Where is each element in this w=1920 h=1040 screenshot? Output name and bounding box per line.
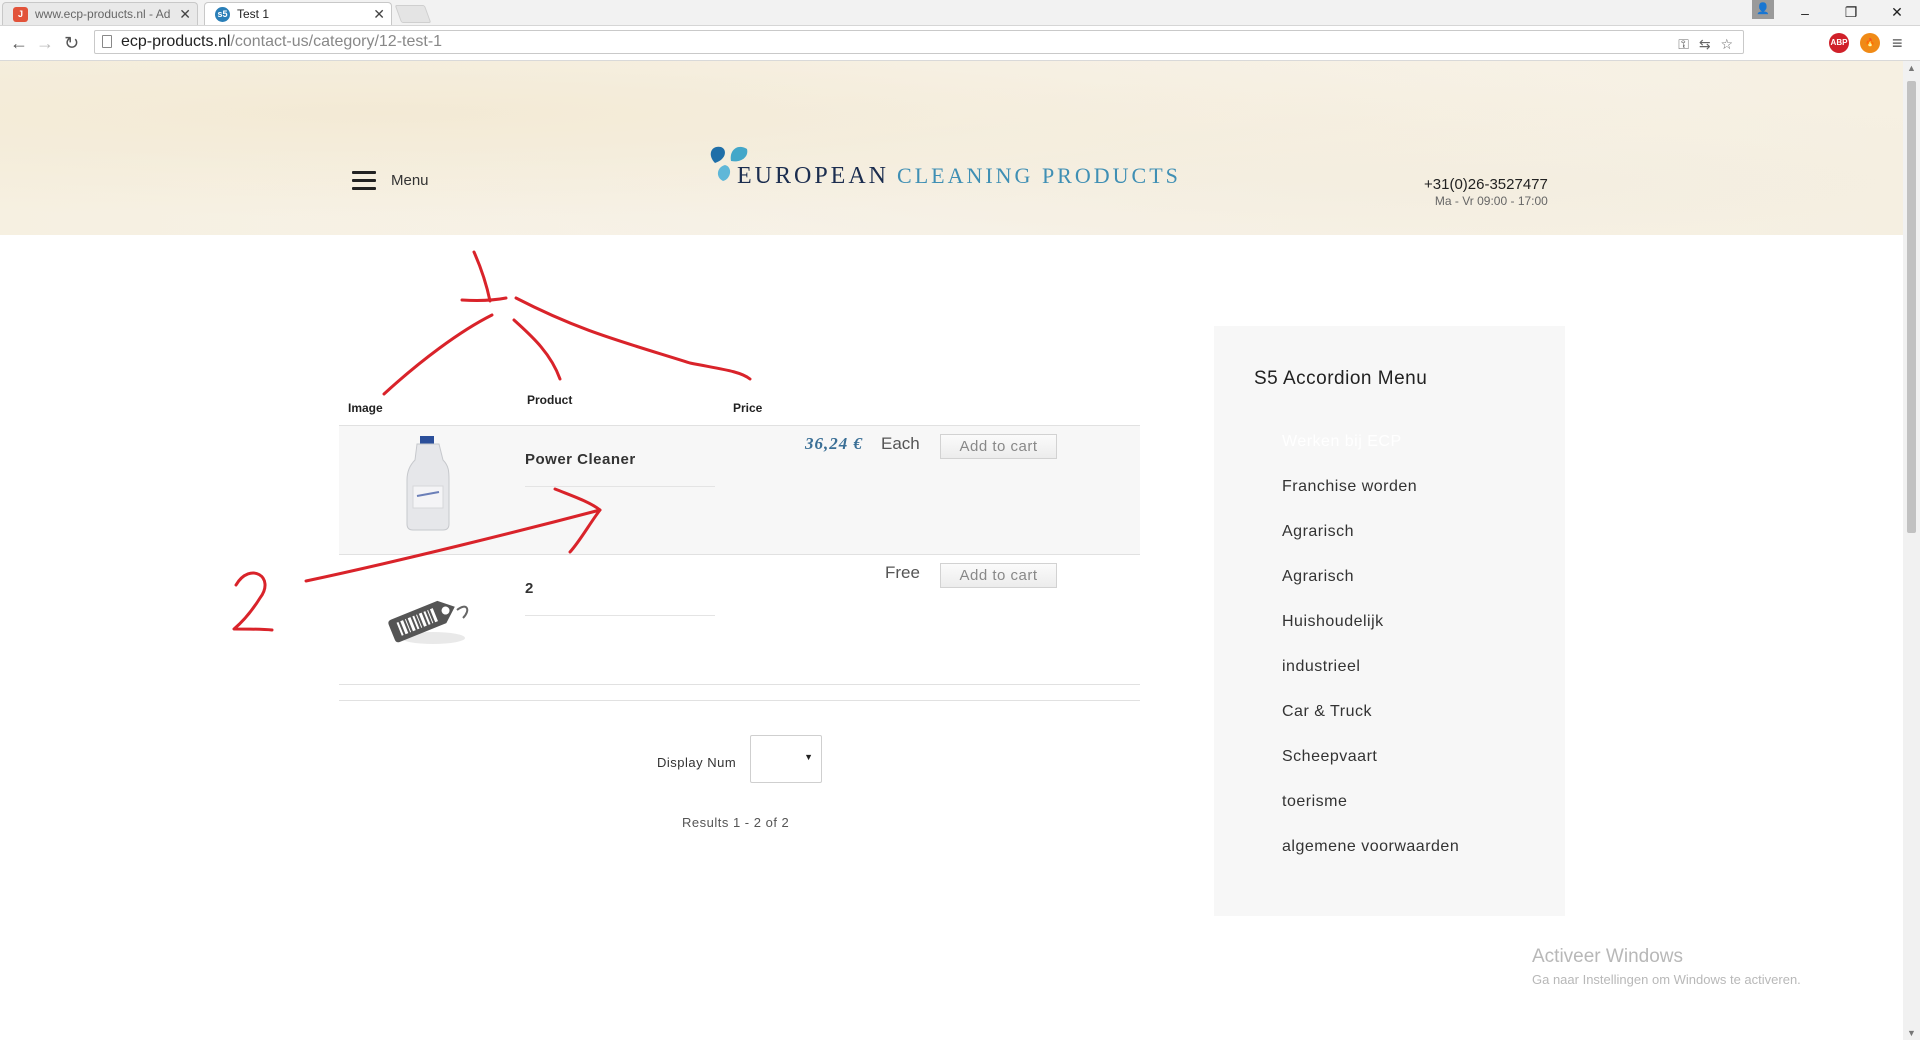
product-price: 36,24 €: [805, 434, 863, 453]
add-to-cart-button[interactable]: Add to cart: [940, 434, 1057, 459]
tab-ecp-admin[interactable]: J www.ecp-products.nl - Ad ✕: [2, 2, 198, 25]
bottle-icon[interactable]: [405, 436, 451, 532]
sidebar-title: S5 Accordion Menu: [1254, 368, 1428, 389]
restore-icon[interactable]: ❐: [1828, 4, 1874, 21]
translate-icon[interactable]: ⇆: [1699, 36, 1711, 52]
sidebar-item-algemene-voorwaarden[interactable]: algemene voorwaarden: [1282, 838, 1459, 856]
sidebar-item-toerisme[interactable]: toerisme: [1282, 793, 1347, 811]
close-window-icon[interactable]: ✕: [1874, 4, 1920, 21]
page-viewport: Menu EUROPEAN CLEANING PRODUCTS +31(0)26-…: [0, 61, 1903, 1040]
add-to-cart-button[interactable]: Add to cart: [940, 563, 1057, 588]
close-tab-icon[interactable]: ✕: [373, 3, 385, 25]
scroll-down-icon[interactable]: ▼: [1903, 1028, 1920, 1038]
product-name-link[interactable]: Power Cleaner: [525, 451, 636, 468]
url-host: ecp-products.nl: [121, 33, 231, 50]
divider: [339, 700, 1140, 701]
sidebar-item-scheepvaart[interactable]: Scheepvaart: [1282, 748, 1377, 766]
contact-info: +31(0)26-3527477 Ma - Vr 09:00 - 17:00: [1424, 176, 1548, 208]
display-num-label: Display Num: [657, 755, 737, 770]
sidebar-item-agrarisch-2[interactable]: Agrarisch: [1282, 568, 1354, 586]
s5-icon: s5: [215, 7, 230, 22]
key-icon[interactable]: ⚿: [1678, 36, 1689, 52]
sidebar-item-industrieel[interactable]: industrieel: [1282, 658, 1360, 676]
watermark-subtitle: Ga naar Instellingen om Windows te activ…: [1532, 972, 1801, 987]
column-header-price: Price: [733, 401, 763, 415]
new-tab-button[interactable]: [394, 5, 432, 23]
page-scrollbar[interactable]: ▲ ▼: [1903, 61, 1920, 1040]
sidebar-item-franchise[interactable]: Franchise worden: [1282, 478, 1417, 496]
adblock-icon[interactable]: ABP: [1829, 33, 1849, 53]
sidebar-item-huishoudelijk[interactable]: Huishoudelijk: [1282, 613, 1384, 631]
address-bar[interactable]: ecp-products.nl/contact-us/category/12-t…: [94, 30, 1744, 54]
window-controls: 👤 – ❐ ✕: [1752, 0, 1920, 25]
product-price: Free: [885, 563, 920, 582]
tab-title: Test 1: [237, 7, 270, 21]
minimize-icon[interactable]: –: [1782, 5, 1828, 21]
url-path: /contact-us/category/12-test-1: [230, 33, 443, 50]
table-row: Power Cleaner 36,24 € Each Add to cart: [339, 425, 1140, 555]
menu-label[interactable]: Menu: [391, 172, 429, 189]
scroll-up-icon[interactable]: ▲: [1903, 63, 1920, 73]
table-row: 2 Free Add to cart: [339, 555, 1140, 685]
tab-title: www.ecp-products.nl - Ad: [35, 7, 171, 21]
browser-toolbar: ← → ↻ ecp-products.nl/contact-us/categor…: [0, 26, 1920, 61]
watermark-title: Activeer Windows: [1532, 946, 1683, 967]
product-name-link[interactable]: 2: [525, 580, 534, 597]
page-icon: [102, 35, 112, 48]
back-arrow-icon[interactable]: ←: [10, 33, 28, 54]
display-num-select[interactable]: ▼: [750, 735, 822, 783]
column-header-image: Image: [348, 401, 383, 415]
dropdown-caret-icon: ▼: [804, 752, 813, 762]
price-unit: Each: [881, 434, 920, 453]
chrome-menu-icon[interactable]: ≡: [1892, 33, 1903, 54]
profile-icon[interactable]: 👤: [1752, 0, 1774, 19]
sidebar-item-agrarisch[interactable]: Agrarisch: [1282, 523, 1354, 541]
windows-activation-watermark: Activeer Windows Ga naar Instellingen om…: [1532, 946, 1801, 987]
logo-word-cleaning-products: CLEANING PRODUCTS: [897, 163, 1181, 188]
bookmark-star-icon[interactable]: ☆: [1720, 36, 1733, 52]
opening-hours: Ma - Vr 09:00 - 17:00: [1434, 194, 1548, 208]
tab-strip: J www.ecp-products.nl - Ad ✕ s5 Test 1 ✕…: [0, 0, 1920, 26]
logo-word-european: EUROPEAN: [737, 163, 890, 189]
tab-test-1[interactable]: s5 Test 1 ✕: [204, 2, 392, 25]
joomla-icon: J: [13, 7, 28, 22]
sidebar-item-werken-bij-ecp[interactable]: Werken bij ECP: [1282, 433, 1402, 451]
price-tag-icon[interactable]: [387, 588, 471, 646]
results-count: Results 1 - 2 of 2: [682, 815, 790, 830]
scrollbar-thumb[interactable]: [1907, 81, 1916, 533]
sidebar-item-car-truck[interactable]: Car & Truck: [1282, 703, 1372, 721]
accordion-sidebar: S5 Accordion Menu Werken bij ECP Franchi…: [1214, 326, 1565, 916]
site-header: Menu EUROPEAN CLEANING PRODUCTS +31(0)26-…: [0, 61, 1903, 235]
extension-fire-icon[interactable]: 🔥: [1860, 33, 1880, 53]
hamburger-menu-icon[interactable]: [352, 171, 376, 190]
forward-arrow-icon[interactable]: →: [36, 33, 54, 54]
close-tab-icon[interactable]: ✕: [179, 3, 191, 25]
column-header-product: Product: [527, 393, 573, 407]
reload-icon[interactable]: ↻: [64, 33, 79, 54]
phone-number[interactable]: +31(0)26-3527477: [1424, 176, 1548, 193]
